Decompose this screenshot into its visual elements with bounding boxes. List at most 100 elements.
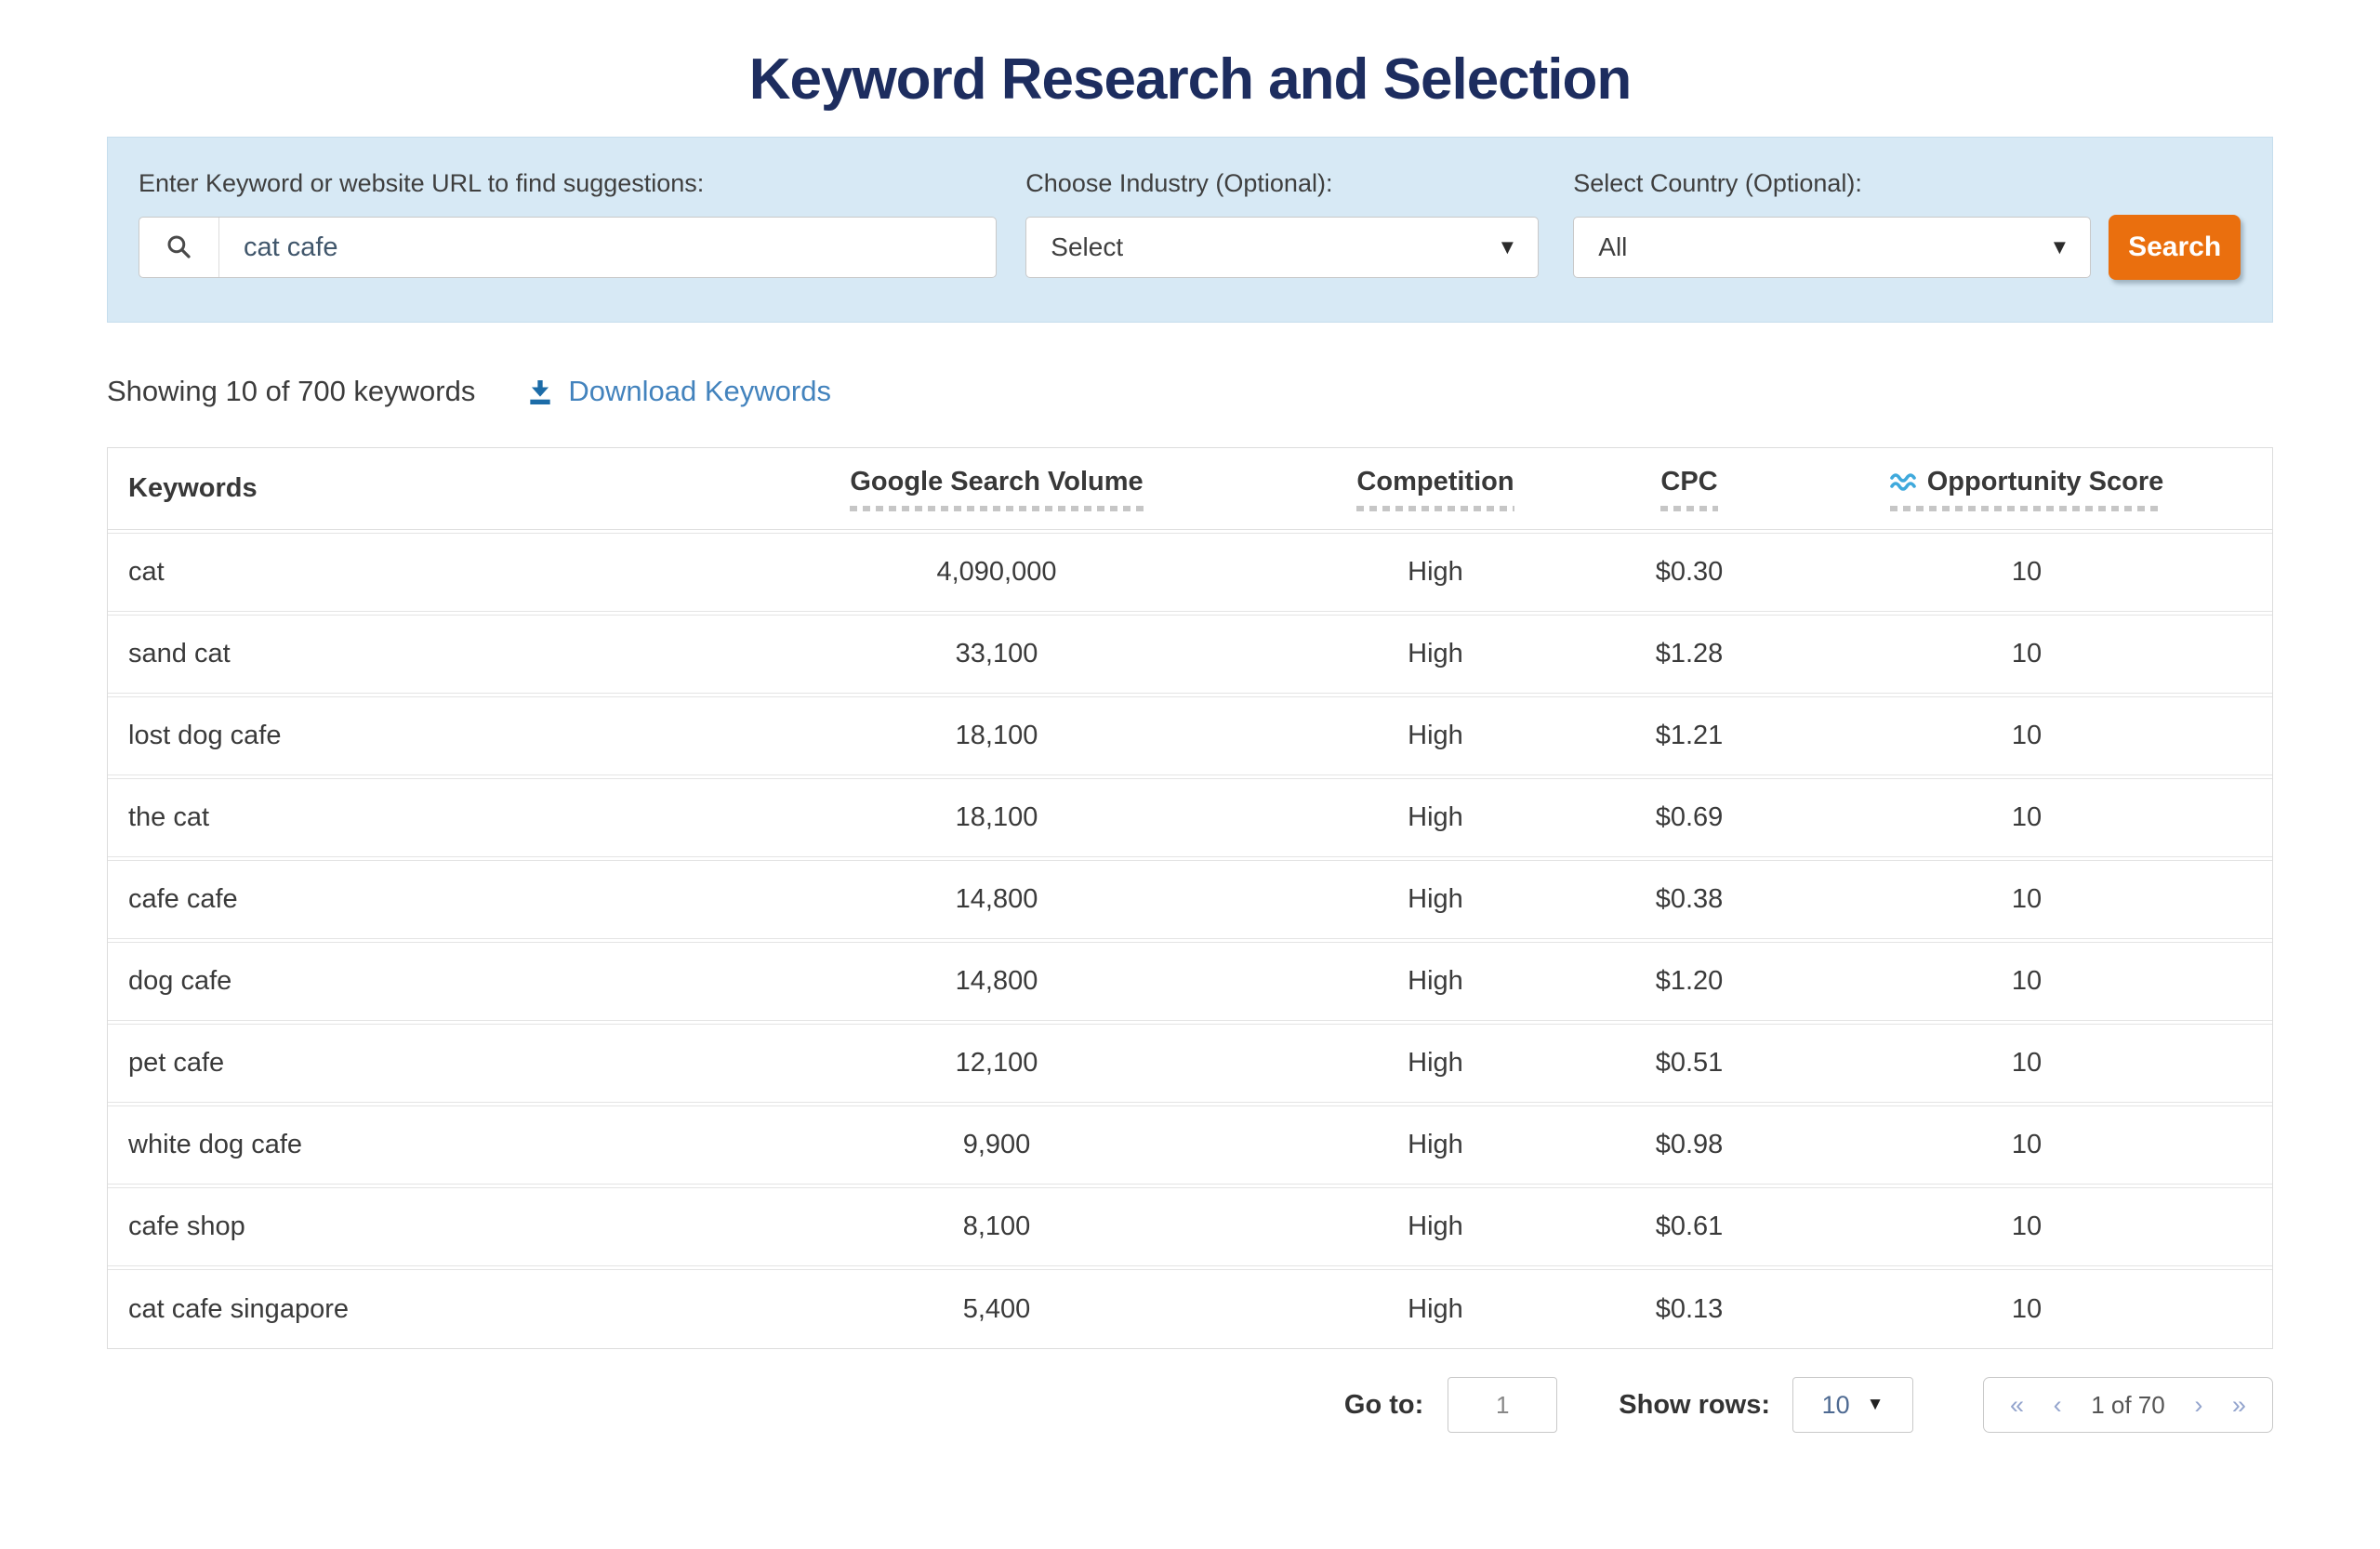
results-summary: Showing 10 of 700 keywords [107,375,475,408]
sort-dots [1890,506,2164,511]
chevron-down-icon: ▼ [1867,1395,1884,1415]
cell-keyword: pet cafe [108,1048,720,1079]
show-rows-select[interactable]: 10 ▼ [1792,1377,1913,1433]
industry-label: Choose Industry (Optional): [1025,169,1539,198]
cell-competition: High [1274,966,1597,997]
table-row: cat 4,090,000 High $0.30 10 [108,533,2272,612]
download-keywords-link[interactable]: Download Keywords [525,375,831,408]
cell-competition: High [1274,1048,1597,1079]
keywords-table: Keywords Google Search Volume Competitio… [107,447,2273,1349]
column-header-competition-label: Competition [1356,467,1514,497]
cell-volume: 12,100 [720,1048,1274,1079]
keyword-label: Enter Keyword or website URL to find sug… [139,169,997,198]
table-row: sand cat 33,100 High $1.28 10 [108,615,2272,694]
cell-keyword: cat cafe singapore [108,1294,720,1325]
cell-score: 10 [1781,557,2272,588]
cell-cpc: $0.51 [1597,1048,1781,1079]
cell-score: 10 [1781,1130,2272,1160]
cell-competition: High [1274,1211,1597,1242]
sort-dots [1356,506,1514,511]
table-row: the cat 18,100 High $0.69 10 [108,778,2272,857]
cell-volume: 9,900 [720,1130,1274,1160]
cell-score: 10 [1781,721,2272,751]
last-page-button[interactable]: » [2232,1393,2246,1418]
results-bar: Showing 10 of 700 keywords Download Keyw… [107,375,2273,408]
page-indicator: 1 of 70 [2091,1391,2165,1420]
show-rows-value: 10 [1822,1391,1850,1420]
cell-cpc: $0.98 [1597,1130,1781,1160]
page-title: Keyword Research and Selection [107,46,2273,113]
cell-cpc: $0.69 [1597,802,1781,833]
cell-keyword: dog cafe [108,966,720,997]
cell-score: 10 [1781,639,2272,669]
cell-keyword: the cat [108,802,720,833]
cell-competition: High [1274,721,1597,751]
cell-cpc: $0.38 [1597,884,1781,915]
download-icon [525,377,555,406]
column-header-opportunity-score[interactable]: Opportunity Score [1781,467,2272,511]
column-header-opportunity-score-label: Opportunity Score [1927,467,2164,497]
cell-cpc: $1.28 [1597,639,1781,669]
cell-volume: 18,100 [720,802,1274,833]
cell-score: 10 [1781,1294,2272,1325]
cell-competition: High [1274,1294,1597,1325]
cell-keyword: sand cat [108,639,720,669]
goto-page-input[interactable] [1448,1377,1557,1433]
column-header-search-volume[interactable]: Google Search Volume [720,467,1274,511]
cell-keyword: lost dog cafe [108,721,720,751]
goto-label: Go to: [1344,1390,1423,1421]
country-field-group: Select Country (Optional): All ▼ [1573,169,2091,278]
cell-keyword: cafe shop [108,1211,720,1242]
wave-icon [1890,471,1918,492]
cell-cpc: $0.13 [1597,1294,1781,1325]
table-row: pet cafe 12,100 High $0.51 10 [108,1024,2272,1103]
cell-volume: 8,100 [720,1211,1274,1242]
first-page-button[interactable]: « [2010,1393,2024,1418]
column-header-keywords: Keywords [108,473,720,504]
cell-cpc: $0.61 [1597,1211,1781,1242]
industry-select[interactable]: Select ▼ [1025,217,1539,278]
search-panel: Enter Keyword or website URL to find sug… [107,137,2273,323]
table-row: dog cafe 14,800 High $1.20 10 [108,942,2272,1021]
cell-competition: High [1274,884,1597,915]
cell-volume: 14,800 [720,884,1274,915]
column-header-competition[interactable]: Competition [1274,467,1597,511]
search-icon [139,218,219,277]
cell-cpc: $0.30 [1597,557,1781,588]
next-page-button[interactable]: › [2194,1393,2202,1418]
cell-volume: 33,100 [720,639,1274,669]
cell-score: 10 [1781,966,2272,997]
cell-score: 10 [1781,1211,2272,1242]
country-label: Select Country (Optional): [1573,169,2091,198]
keyword-search-input[interactable] [219,218,996,277]
download-link-label: Download Keywords [568,375,831,408]
cell-volume: 5,400 [720,1294,1274,1325]
chevron-down-icon: ▼ [1498,235,1518,259]
sort-dots [1660,506,1717,511]
cell-competition: High [1274,1130,1597,1160]
column-header-cpc-label: CPC [1660,467,1717,497]
prev-page-button[interactable]: ‹ [2054,1393,2062,1418]
show-rows-label: Show rows: [1619,1390,1770,1421]
table-row: cafe shop 8,100 High $0.61 10 [108,1187,2272,1266]
table-footer: Go to: Show rows: 10 ▼ « ‹ 1 of 70 › » [107,1377,2273,1433]
keyword-input-wrap [139,217,997,278]
keyword-field-group: Enter Keyword or website URL to find sug… [139,169,997,278]
cell-keyword: cafe cafe [108,884,720,915]
chevron-down-icon: ▼ [2049,235,2069,259]
cell-volume: 14,800 [720,966,1274,997]
country-select[interactable]: All ▼ [1573,217,2091,278]
table-row: cafe cafe 14,800 High $0.38 10 [108,860,2272,939]
sort-dots [850,506,1143,511]
table-row: cat cafe singapore 5,400 High $0.13 10 [108,1269,2272,1348]
cell-keyword: white dog cafe [108,1130,720,1160]
column-header-search-volume-label: Google Search Volume [850,467,1143,497]
search-button[interactable]: Search [2109,215,2241,280]
cell-competition: High [1274,557,1597,588]
cell-cpc: $1.21 [1597,721,1781,751]
column-header-cpc[interactable]: CPC [1597,467,1781,511]
pagination-control: « ‹ 1 of 70 › » [1983,1377,2273,1433]
table-row: lost dog cafe 18,100 High $1.21 10 [108,696,2272,775]
cell-competition: High [1274,802,1597,833]
column-header-keywords-label: Keywords [128,473,258,503]
